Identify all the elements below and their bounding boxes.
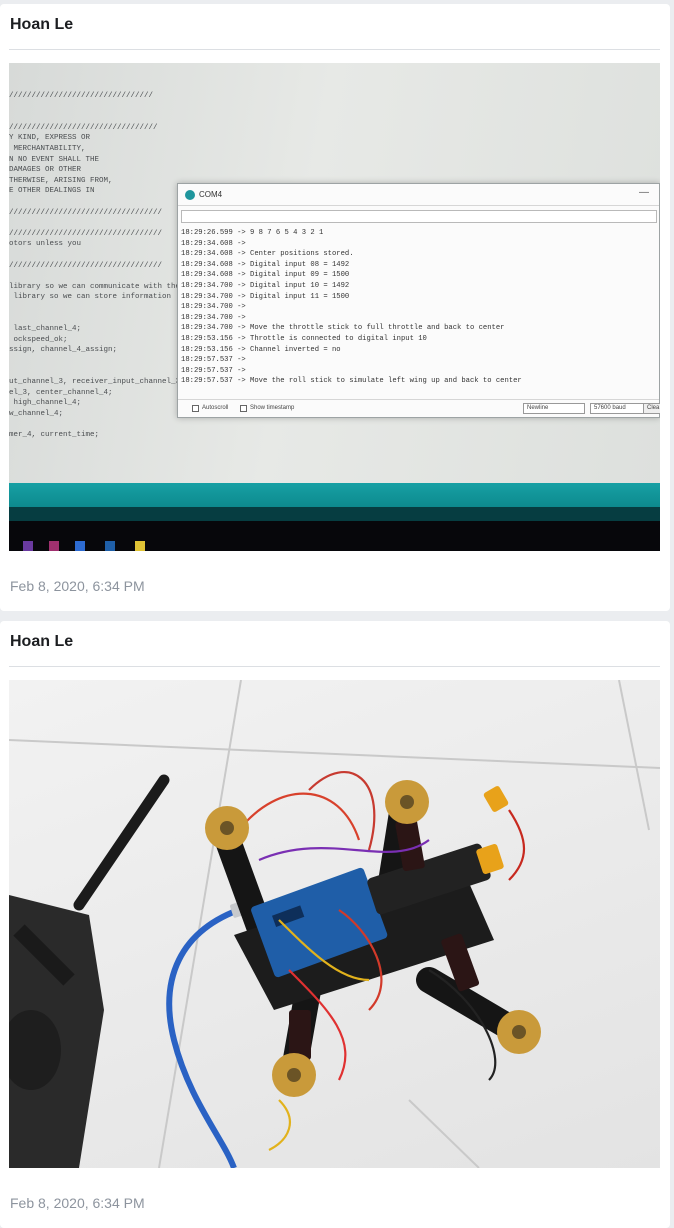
text-line bbox=[9, 218, 184, 229]
taskbar-app-icon bbox=[23, 541, 33, 551]
text-line: ockspeed_ok; bbox=[9, 335, 68, 344]
text-line bbox=[9, 356, 184, 367]
text-line: 18:29:57.537 -> Move the roll stick to s… bbox=[181, 377, 522, 386]
text-line: 18:29:34.608 -> Digital input 08 = 1492 bbox=[181, 260, 350, 269]
text-line bbox=[9, 313, 184, 324]
post-photo[interactable]: //////////////////////////////// ///////… bbox=[9, 63, 660, 551]
text-line: MERCHANTABILITY, bbox=[9, 144, 86, 153]
text-line: ////////////////////////////////// bbox=[9, 261, 163, 270]
text-line: N NO EVENT SHALL THE bbox=[9, 155, 100, 164]
code-text: //////////////////////////////// ///////… bbox=[9, 91, 185, 441]
text-line bbox=[9, 197, 184, 208]
quadcopter-illustration bbox=[9, 680, 660, 1168]
text-line: DAMAGES OR OTHER bbox=[9, 166, 82, 175]
text-line bbox=[9, 366, 184, 377]
text-line: 18:29:53.156 -> Throttle is connected to… bbox=[181, 334, 427, 343]
serial-output: 18:29:26.599 -> 9 8 7 6 5 4 3 2 1 18:29:3… bbox=[181, 228, 657, 398]
text-line: ut_channel_3, receiver_input_channel_3, bbox=[9, 378, 185, 387]
serial-monitor-window: COM4 — 18:29:26.599 -> 9 8 7 6 5 4 3 2 1… bbox=[177, 183, 660, 418]
serial-monitor-title: COM4 bbox=[199, 190, 223, 199]
baud-rate-select: 57600 baud bbox=[590, 403, 646, 414]
post-photo[interactable] bbox=[9, 680, 660, 1168]
post-author-name[interactable]: Hoan Le bbox=[10, 16, 73, 34]
taskbar-app-icon bbox=[135, 541, 145, 551]
text-line: 18:29:53.156 -> Channel inverted = no bbox=[181, 345, 341, 354]
photo-quadcopter bbox=[9, 680, 660, 1168]
text-line: ////////////////////////////////// bbox=[9, 208, 163, 217]
arduino-logo-icon bbox=[185, 190, 195, 200]
serial-monitor-footer: Autoscroll Show timestamp Newline 57600 … bbox=[178, 399, 660, 417]
text-line: 18:29:34.700 -> Digital input 11 = 1500 bbox=[181, 292, 350, 301]
taskbar-app-icon bbox=[75, 541, 85, 551]
text-line: otors unless you bbox=[9, 240, 82, 249]
text-line: ///////////////////////////////// bbox=[9, 123, 158, 132]
arduino-console-strip bbox=[9, 507, 660, 521]
text-line: //////////////////////////////// bbox=[9, 92, 154, 100]
text-line: 18:29:57.537 -> bbox=[181, 356, 246, 365]
serial-send-input bbox=[181, 210, 657, 223]
text-line: el_3, center_channel_4; bbox=[9, 388, 113, 397]
text-line: THERWISE, ARISING FROM, bbox=[9, 176, 113, 185]
taskbar-app-icon bbox=[105, 541, 115, 551]
taskbar-app-icon bbox=[49, 541, 59, 551]
text-line: high_channel_4; bbox=[9, 399, 82, 408]
text-line: 18:29:34.608 -> Digital input 09 = 1500 bbox=[181, 271, 350, 280]
text-line: library so we can communicate with the bbox=[9, 282, 181, 291]
post-timestamp[interactable]: Feb 8, 2020, 6:34 PM bbox=[10, 1195, 145, 1211]
text-line: 18:29:34.608 -> Center positions stored. bbox=[181, 250, 354, 259]
text-line bbox=[9, 250, 184, 261]
text-line: 18:29:34.700 -> Move the throttle stick … bbox=[181, 324, 505, 333]
post-author-name[interactable]: Hoan Le bbox=[10, 633, 73, 651]
post-card: Hoan Le ////////////////////////////////… bbox=[0, 4, 670, 611]
autoscroll-label: Autoscroll bbox=[202, 405, 229, 411]
text-line: mer_4, current_time; bbox=[9, 431, 100, 439]
show-timestamp-checkbox bbox=[240, 405, 247, 412]
serial-monitor-titlebar: COM4 — bbox=[178, 184, 659, 206]
arduino-status-bar bbox=[9, 483, 660, 507]
autoscroll-checkbox bbox=[192, 405, 199, 412]
text-line: 18:29:26.599 -> 9 8 7 6 5 4 3 2 1 bbox=[181, 229, 324, 237]
text-line: w_channel_4; bbox=[9, 409, 64, 418]
post-card: Hoan Le Feb 8, 2020, 6:34 PM bbox=[0, 621, 670, 1228]
text-line bbox=[9, 102, 184, 113]
rc-transmitter bbox=[9, 774, 170, 1168]
text-line: ////////////////////////////////// bbox=[9, 229, 163, 238]
post-divider bbox=[9, 49, 660, 50]
show-timestamp-label: Show timestamp bbox=[250, 405, 295, 411]
text-line bbox=[9, 271, 184, 282]
photo-laptop-screen: //////////////////////////////// ///////… bbox=[9, 63, 660, 551]
text-line bbox=[9, 303, 184, 314]
text-line: 18:29:34.700 -> Digital input 10 = 1492 bbox=[181, 281, 350, 290]
text-line: 18:29:34.608 -> bbox=[181, 239, 246, 248]
post-divider bbox=[9, 666, 660, 667]
minimize-icon: — bbox=[639, 187, 649, 198]
clear-output-button: Clea bbox=[643, 403, 660, 414]
text-line: 18:29:34.700 -> bbox=[181, 303, 246, 312]
text-line bbox=[9, 112, 184, 123]
text-line: E OTHER DEALINGS IN bbox=[9, 187, 95, 196]
text-line: library so we can store information bbox=[9, 293, 172, 302]
text-line: 18:29:57.537 -> bbox=[181, 366, 246, 375]
text-line: Y KIND, EXPRESS OR bbox=[9, 134, 91, 143]
text-line: 18:29:34.700 -> bbox=[181, 313, 246, 322]
post-timestamp[interactable]: Feb 8, 2020, 6:34 PM bbox=[10, 578, 145, 594]
text-line bbox=[9, 419, 184, 430]
line-ending-select: Newline bbox=[523, 403, 585, 414]
text-line: ssign, channel_4_assign; bbox=[9, 346, 118, 355]
text-line: last_channel_4; bbox=[9, 325, 82, 334]
